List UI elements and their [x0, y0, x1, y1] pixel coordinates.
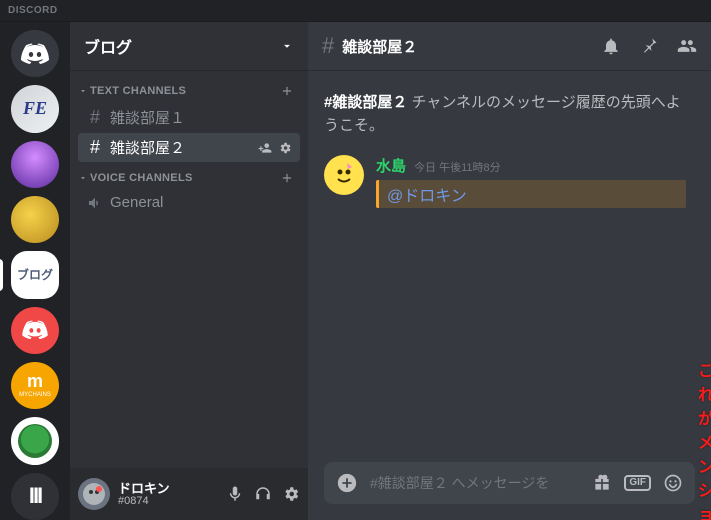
hash-icon: # [86, 137, 104, 158]
gift-icon [592, 473, 612, 493]
attach-button[interactable] [336, 472, 358, 494]
hash-icon: # [86, 107, 104, 128]
pin-icon [639, 36, 659, 56]
message-author[interactable]: 水島 [376, 155, 406, 176]
microphone-icon [226, 485, 244, 503]
smile-icon [663, 473, 683, 493]
category-label: TEXT CHANNELS [90, 85, 186, 97]
chevron-down-icon [78, 86, 88, 96]
channel-sidebar: ブログ TEXT CHANNELS # 雑談部屋１ # 雑談部屋２ [70, 22, 308, 520]
message-timestamp: 今日 午後11時8分 [414, 159, 501, 175]
category-label: VOICE CHANNELS [90, 172, 193, 184]
channel-name: 雑談部屋２ [110, 137, 185, 158]
channel-name: 雑談部屋１ [110, 107, 185, 128]
user-settings-button[interactable] [282, 485, 300, 503]
messages-region: #雑談部屋２ チャンネルのメッセージ履歴の先頭へようこそ。 水島 今日 午後11… [308, 70, 711, 462]
server-item[interactable]: III [11, 473, 59, 520]
discord-logo-icon [22, 320, 48, 340]
server-label: MYCHAINS [19, 392, 51, 399]
mention-link[interactable]: @ドロキン [387, 188, 467, 205]
deafen-button[interactable] [254, 485, 272, 503]
user-panel: ドロキン #0874 [70, 468, 308, 520]
self-tag: #0874 [118, 495, 170, 507]
speaker-icon [86, 195, 104, 211]
emoji-button[interactable] [663, 473, 683, 493]
pinned-button[interactable] [639, 36, 659, 56]
chat-area: # 雑談部屋２ #雑談部屋２ チャンネルのメッセージ履歴の先頭へようこそ。 [308, 22, 711, 520]
channel-header: # 雑談部屋２ [308, 22, 711, 70]
server-rail: FE ブログ m MYCHAINS III [0, 22, 70, 520]
category-header[interactable]: VOICE CHANNELS [70, 163, 308, 189]
avatar-icon [82, 482, 106, 506]
message: 水島 今日 午後11時8分 @ドロキン [324, 155, 695, 208]
message-composer[interactable]: #雑談部屋２ へメッセージを GIF [324, 462, 695, 504]
chevron-down-icon [280, 39, 294, 53]
channel-name: General [110, 194, 163, 211]
server-item-active[interactable]: ブログ [11, 251, 59, 298]
bell-icon [601, 36, 621, 56]
annotation-label: これがメンション [698, 357, 711, 520]
welcome-channel-name: #雑談部屋２ [324, 94, 407, 111]
titlebar: DISCORD [0, 0, 711, 22]
composer-placeholder: #雑談部屋２ へメッセージを [370, 473, 580, 493]
discord-logo-icon [21, 43, 49, 65]
text-channel-active[interactable]: # 雑談部屋２ [78, 133, 300, 162]
server-header[interactable]: ブログ [70, 22, 308, 70]
server-item[interactable]: m MYCHAINS [11, 362, 59, 409]
invite-icon[interactable] [258, 141, 272, 155]
server-item[interactable]: FE [11, 85, 59, 132]
gear-icon [282, 485, 300, 503]
server-item[interactable] [11, 141, 59, 188]
server-avatar-icon: FE [19, 93, 51, 125]
server-item[interactable] [11, 307, 59, 354]
hash-icon: # [322, 33, 334, 59]
self-avatar[interactable] [78, 478, 110, 510]
chevron-down-icon [78, 173, 88, 183]
server-name: ブログ [84, 34, 132, 58]
plus-circle-icon [336, 472, 358, 494]
text-channel[interactable]: # 雑談部屋１ [78, 103, 300, 132]
category-header[interactable]: TEXT CHANNELS [70, 76, 308, 102]
add-channel-button[interactable] [280, 84, 294, 98]
server-item[interactable] [11, 196, 59, 243]
self-username: ドロキン [118, 482, 170, 495]
channel-welcome: #雑談部屋２ チャンネルのメッセージ履歴の先頭へようこそ。 [324, 92, 695, 137]
mention-block: @ドロキン [376, 180, 686, 208]
home-button[interactable] [11, 30, 59, 77]
people-icon [677, 36, 697, 56]
svg-text:FE: FE [22, 98, 47, 118]
gift-button[interactable] [592, 473, 612, 493]
mute-button[interactable] [226, 485, 244, 503]
plus-icon [280, 171, 294, 185]
avatar-icon [329, 160, 359, 190]
notifications-button[interactable] [601, 36, 621, 56]
headphones-icon [254, 485, 272, 503]
gear-icon[interactable] [278, 141, 292, 155]
message-avatar[interactable] [324, 155, 364, 195]
channel-title: 雑談部屋２ [342, 36, 417, 57]
plus-icon [280, 84, 294, 98]
members-button[interactable] [677, 36, 697, 56]
server-item[interactable] [11, 417, 59, 464]
add-channel-button[interactable] [280, 171, 294, 185]
voice-channel[interactable]: General [78, 190, 300, 215]
gif-button[interactable]: GIF [624, 475, 651, 491]
